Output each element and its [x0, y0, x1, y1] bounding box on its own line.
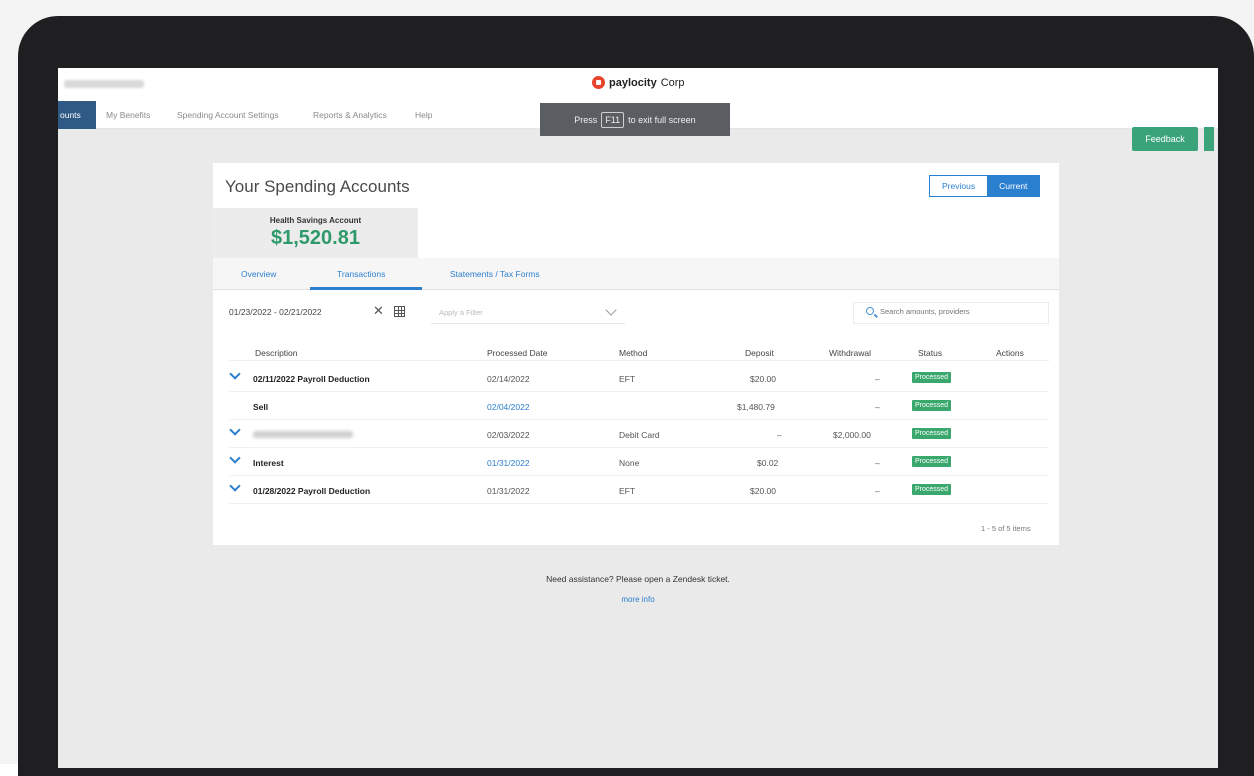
row-deposit: $20.00 [750, 374, 776, 384]
period-toggle: Previous Current [929, 175, 1041, 197]
brand-name: paylocity [609, 76, 657, 89]
tab-overview[interactable]: Overview [241, 269, 276, 279]
row-description: Interest [253, 458, 284, 468]
col-deposit: Deposit [745, 348, 774, 358]
row-date: 02/03/2022 [487, 430, 530, 440]
col-status: Status [918, 348, 943, 358]
account-strip-blank [418, 208, 1059, 258]
row-withdrawal: – [875, 486, 880, 496]
more-info-link[interactable]: more info [58, 595, 1218, 604]
row-date: 02/14/2022 [487, 374, 530, 384]
row-deposit: $1,480.79 [737, 402, 775, 412]
col-description: Description [255, 348, 298, 358]
table-row[interactable]: 02/11/2022 Payroll Deduction 02/14/2022 … [229, 364, 1049, 392]
chevron-down-icon[interactable] [229, 424, 241, 436]
search-input[interactable] [880, 307, 1040, 316]
row-withdrawal: – [875, 402, 880, 412]
row-withdrawal: $2,000.00 [833, 430, 871, 440]
fullscreen-hint-press: Press [574, 114, 598, 125]
search-icon [866, 307, 874, 315]
row-deposit: $20.00 [750, 486, 776, 496]
chevron-down-icon[interactable] [229, 368, 241, 380]
filter-placeholder: Apply a Filter [439, 308, 483, 317]
row-method: Debit Card [619, 430, 660, 440]
row-description: 01/28/2022 Payroll Deduction [253, 486, 371, 496]
account-tile[interactable]: Health Savings Account $1,520.81 [213, 208, 418, 258]
row-deposit: – [777, 430, 782, 440]
spending-accounts-card: Your Spending Accounts Previous Current … [213, 163, 1059, 545]
row-description: Sell [253, 402, 269, 412]
chevron-down-icon[interactable] [229, 480, 241, 492]
account-strip: Health Savings Account $1,520.81 [213, 208, 1059, 258]
row-method: EFT [619, 374, 636, 384]
date-range-field[interactable]: 01/23/2022 - 02/21/2022 [229, 307, 322, 317]
feedback-button[interactable]: Feedback [1132, 127, 1198, 151]
pagination-info: 1 - 5 of 5 items [981, 524, 1031, 533]
row-withdrawal: – [875, 458, 880, 468]
tab-statements[interactable]: Statements / Tax Forms [450, 269, 540, 279]
blurred-company-name [64, 80, 144, 88]
row-deposit: $0.02 [757, 458, 779, 468]
browser-screen: paylocity Corp ounts My Benefits Spendin… [58, 68, 1218, 768]
clear-icon[interactable]: ✕ [373, 303, 384, 319]
chevron-down-icon [605, 304, 617, 316]
header-divider [229, 360, 1049, 361]
table-row[interactable]: Sell 02/04/2022 $1,480.79 – Processed [229, 392, 1049, 420]
filter-dropdown[interactable]: Apply a Filter [431, 302, 625, 324]
status-badge: Processed [912, 484, 952, 495]
col-withdrawal: Withdrawal [829, 348, 872, 358]
status-badge: Processed [912, 400, 952, 411]
nav-item-my-benefits[interactable]: My Benefits [106, 110, 150, 120]
status-badge: Processed [912, 428, 952, 439]
status-badge: Processed [912, 456, 952, 467]
account-name: Health Savings Account [269, 216, 362, 225]
row-withdrawal: – [875, 374, 880, 384]
fullscreen-hint-rest: to exit full screen [628, 114, 696, 125]
previous-button[interactable]: Previous [930, 176, 988, 196]
chevron-down-icon[interactable] [229, 452, 241, 464]
col-processed-date: Processed Date [487, 348, 548, 358]
current-button[interactable]: Current [987, 176, 1040, 196]
nav-item-spending-account-settings[interactable]: Spending Account Settings [177, 110, 279, 120]
search-box[interactable] [853, 302, 1049, 324]
col-actions: Actions [996, 348, 1024, 358]
row-method: EFT [619, 486, 636, 496]
row-description: 02/11/2022 Payroll Deduction [253, 374, 370, 384]
page-title: Your Spending Accounts [225, 177, 410, 196]
feedback-edge [1204, 127, 1214, 151]
fullscreen-hint: Press F11 to exit full screen [540, 103, 730, 136]
brand-suffix: Corp [660, 76, 685, 89]
calendar-icon[interactable] [394, 306, 405, 317]
account-tabs: Overview Transactions Statements / Tax F… [213, 258, 1059, 290]
filter-bar: 01/23/2022 - 02/21/2022 ✕ Apply a Filter [213, 300, 1059, 326]
brand: paylocity Corp [592, 76, 685, 89]
row-date: 01/31/2022 [487, 486, 530, 496]
table-row[interactable]: 02/03/2022 Debit Card – $2,000.00 Proces… [229, 420, 1049, 448]
status-badge: Processed [912, 372, 952, 383]
nav-item-reports-analytics[interactable]: Reports & Analytics [313, 110, 387, 120]
row-method: None [619, 458, 640, 468]
tab-transactions[interactable]: Transactions [337, 269, 385, 279]
account-balance: $1,520.81 [271, 227, 360, 249]
col-method: Method [619, 348, 648, 358]
table-row[interactable]: 01/28/2022 Payroll Deduction 01/31/2022 … [229, 476, 1049, 504]
active-tab-indicator [310, 287, 422, 290]
top-header: paylocity Corp [58, 68, 1218, 101]
nav-item-accounts[interactable]: ounts [58, 101, 96, 129]
row-date-link[interactable]: 01/31/2022 [487, 458, 530, 468]
fullscreen-hint-key: F11 [601, 111, 625, 128]
help-text: Need assistance? Please open a Zendesk t… [546, 574, 730, 584]
nav-item-help[interactable]: Help [415, 110, 432, 120]
paylocity-logo-icon [592, 76, 605, 89]
table-row[interactable]: Interest 01/31/2022 None $0.02 – Process… [229, 448, 1049, 476]
row-date-link[interactable]: 02/04/2022 [487, 402, 530, 412]
photo-background: paylocity Corp ounts My Benefits Spendin… [0, 0, 1254, 776]
row-description-redacted [253, 431, 353, 438]
